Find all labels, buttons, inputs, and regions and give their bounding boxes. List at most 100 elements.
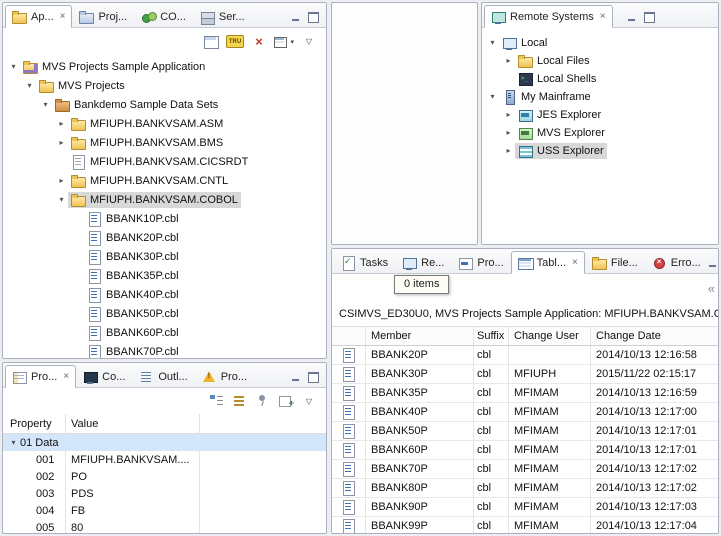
tab-co[interactable]: Co... [76,366,132,387]
tree-item-bbank60p-cbl[interactable]: BBANK60P.cbl [3,323,326,342]
tru-badge-icon[interactable]: TRU [226,35,244,48]
table-view-icon[interactable]: ▾ [274,34,294,50]
tree-item-jes-explorer[interactable]: ▸JES Explorer [482,106,718,124]
chevron-expanded-icon[interactable]: ▾ [23,82,36,90]
tab-ser[interactable]: Ser... [193,6,252,27]
chevron-expanded-icon[interactable]: ▾ [55,196,68,204]
change-user-column-header[interactable]: Change User [509,327,591,345]
tree-item-bbank40p-cbl[interactable]: BBANK40P.cbl [3,285,326,304]
tree-item-uss-explorer[interactable]: ▸USS Explorer [482,142,718,160]
tree-item-bbank10p-cbl[interactable]: BBANK10P.cbl [3,209,326,228]
chevron-collapsed-icon[interactable]: ▸ [502,147,515,155]
table-row-bbank60p[interactable]: BBANK60PcblMFIMAM2014/10/13 12:17:01 [332,441,718,460]
property-row-001[interactable]: 001MFIUPH.BANKVSAM.... [3,451,326,468]
tab-outl[interactable]: Outl... [132,366,194,387]
suffix-column-header[interactable]: Suffix [474,327,509,345]
change-date-column-header[interactable]: Change Date [591,327,718,345]
chevron-collapsed-icon[interactable]: ▸ [55,177,68,185]
tree-item-bbank20p-cbl[interactable]: BBANK20P.cbl [3,228,326,247]
tree-item-mfiuph-bankvsam-asm[interactable]: ▸MFIUPH.BANKVSAM.ASM [3,114,326,133]
tree-item-mvs-projects[interactable]: ▾MVS Projects [3,76,326,95]
tree-item-local-shells[interactable]: Local Shells [482,70,718,88]
tab-pro[interactable]: Pro... [451,252,510,273]
table-row-bbank35p[interactable]: BBANK35PcblMFIMAM2014/10/13 12:16:59 [332,384,718,403]
table-row-bbank50p[interactable]: BBANK50PcblMFIMAM2014/10/13 12:17:01 [332,422,718,441]
chevron-expanded-icon[interactable]: ▾ [7,439,20,447]
tab-label: Remote Systems [510,11,594,23]
property-row-004[interactable]: 004FB [3,502,326,519]
tree-item-bbank50p-cbl[interactable]: BBANK50P.cbl [3,304,326,323]
tab-co[interactable]: CO... [134,6,193,27]
close-icon[interactable]: × [63,372,69,382]
view-menu-icon[interactable]: ▽ [301,393,317,409]
minimize-icon[interactable] [708,258,719,268]
chevron-collapsed-icon[interactable]: ▸ [502,129,515,137]
tab-tasks[interactable]: Tasks [334,252,395,273]
chevron-collapsed-icon[interactable]: ▸ [502,111,515,119]
change-user-cell: MFIMAM [509,460,591,478]
close-icon[interactable]: × [600,12,606,22]
chevron-collapsed-icon[interactable]: ▸ [502,57,515,65]
new-property-icon[interactable] [278,393,294,409]
tree-item-mvs-projects-sample-application[interactable]: ▾MVS Projects Sample Application [3,57,326,76]
close-icon[interactable]: × [572,258,578,268]
tree-item-bbank30p-cbl[interactable]: BBANK30P.cbl [3,247,326,266]
tree-item-my-mainframe[interactable]: ▾My Mainframe [482,88,718,106]
chevron-collapsed-icon[interactable]: ▸ [55,139,68,147]
tree-item-mfiuph-bankvsam-cicsrdt[interactable]: MFIUPH.BANKVSAM.CICSRDT [3,152,326,171]
table-row-bbank90p[interactable]: BBANK90PcblMFIMAM2014/10/13 12:17:03 [332,498,718,517]
tree-item-local[interactable]: ▾Local [482,34,718,52]
tab-file[interactable]: File... [585,252,645,273]
property-row-01-data[interactable]: ▾01 Data [3,434,326,451]
value-column-header[interactable]: Value [65,414,199,433]
minimize-icon[interactable] [627,12,638,22]
table-row-bbank40p[interactable]: BBANK40PcblMFIMAM2014/10/13 12:17:00 [332,403,718,422]
maximize-icon[interactable] [308,12,319,22]
tree-item-bbank70p-cbl[interactable]: BBANK70P.cbl [3,342,326,358]
maximize-icon[interactable] [644,12,655,22]
view-menu-icon[interactable]: ▽ [301,34,317,50]
tree-item-mfiuph-bankvsam-cntl[interactable]: ▸MFIUPH.BANKVSAM.CNTL [3,171,326,190]
minimize-icon[interactable] [291,12,302,22]
tab-re[interactable]: Re... [395,252,451,273]
tree-item-mfiuph-bankvsam-cobol[interactable]: ▾MFIUPH.BANKVSAM.COBOL [3,190,326,209]
chevron-expanded-icon[interactable]: ▾ [486,39,499,47]
show-categories-icon[interactable] [209,393,225,409]
tree-item-bbank35p-cbl[interactable]: BBANK35P.cbl [3,266,326,285]
tab-remote-systems[interactable]: Remote Systems × [484,5,613,28]
tab-pro[interactable]: Pro...× [5,365,76,388]
table-row-bbank20p[interactable]: BBANK20Pcbl2014/10/13 12:16:58 [332,346,718,365]
table-row-bbank99p[interactable]: BBANK99PcblMFIMAM2014/10/13 12:17:04 [332,517,718,534]
new-view-icon[interactable] [203,34,219,50]
minimize-icon[interactable] [291,372,302,382]
tree-item-bankdemo-sample-data-sets[interactable]: ▾Bankdemo Sample Data Sets [3,95,326,114]
property-row-002[interactable]: 002PO [3,468,326,485]
property-row-005[interactable]: 00580 [3,519,326,534]
toolbar-overflow-icon[interactable]: « [708,281,715,296]
chevron-collapsed-icon[interactable]: ▸ [55,120,68,128]
tab-ap[interactable]: Ap...× [5,5,72,28]
property-row-003[interactable]: 003PDS [3,485,326,502]
delete-icon[interactable]: × [251,34,267,50]
row-filler [199,502,326,519]
maximize-icon[interactable] [308,372,319,382]
tab-proj[interactable]: Proj... [72,6,134,27]
tree-item-local-files[interactable]: ▸Local Files [482,52,718,70]
table-row-bbank70p[interactable]: BBANK70PcblMFIMAM2014/10/13 12:17:02 [332,460,718,479]
show-advanced-icon[interactable] [232,393,248,409]
chevron-expanded-icon[interactable]: ▾ [486,93,499,101]
tree-item-mfiuph-bankvsam-bms[interactable]: ▸MFIUPH.BANKVSAM.BMS [3,133,326,152]
pin-view-icon[interactable] [255,393,271,409]
chevron-expanded-icon[interactable]: ▾ [7,63,20,71]
property-column-header[interactable]: Property [3,414,65,433]
table-row-bbank30p[interactable]: BBANK30PcblMFIUPH2015/11/22 02:15:17 [332,365,718,384]
tree-item-mvs-explorer[interactable]: ▸MVS Explorer [482,124,718,142]
tab-pro[interactable]: Pro... [195,366,254,387]
table-row-bbank80p[interactable]: BBANK80PcblMFIMAM2014/10/13 12:17:02 [332,479,718,498]
icon-column-header[interactable] [332,327,366,345]
tab-erro[interactable]: Erro... [645,252,708,273]
tab-tabl[interactable]: Tabl...× [511,251,585,274]
member-column-header[interactable]: Member [366,327,474,345]
chevron-expanded-icon[interactable]: ▾ [39,101,52,109]
close-icon[interactable]: × [60,12,66,22]
